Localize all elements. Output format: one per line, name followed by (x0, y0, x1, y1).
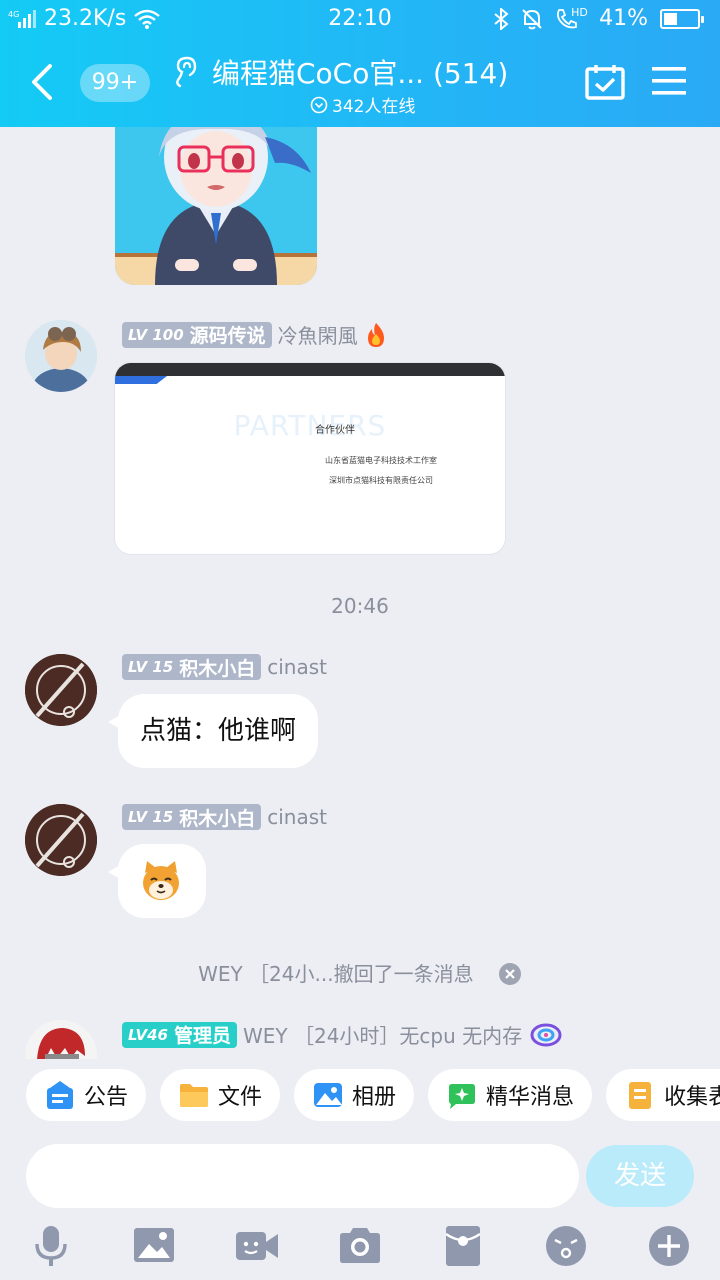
online-count-label: 342人在线 (332, 97, 416, 117)
image-message[interactable] (115, 127, 317, 285)
close-circle-icon[interactable] (498, 962, 522, 986)
avatar[interactable] (25, 1020, 97, 1059)
anime-boy-avatar (25, 320, 97, 392)
emoji-icon[interactable] (544, 1224, 588, 1268)
chip-label: 文件 (218, 1085, 263, 1110)
microphone-icon[interactable] (29, 1224, 73, 1268)
sender-name[interactable]: WEY ［24小时］无cpu 无内存 (243, 1020, 522, 1049)
shiba-dog-emoji (143, 861, 179, 900)
avatar[interactable] (25, 804, 97, 876)
bluetooth-icon (494, 7, 509, 30)
battery-icon (660, 8, 704, 29)
chip-label: 相册 (352, 1085, 397, 1110)
chip-label: 公告 (84, 1085, 129, 1110)
album-button[interactable]: 相册 (294, 1069, 415, 1121)
sender-name-row: LV 15 积木小白 cinast (122, 804, 327, 830)
unread-count-badge[interactable]: 99+ (80, 64, 150, 102)
chat-header: 4G 23.2K/s 22:10 HD 41% 99+ 编程猫CoCo官... … (0, 0, 720, 127)
input-toolbar (0, 1218, 720, 1274)
chevron-down-circle-icon (310, 96, 328, 113)
member-badge: LV 15 积木小白 (122, 654, 262, 680)
sender-name-row: LV 15 积木小白 cinast (122, 654, 327, 680)
red-hair-avatar (25, 1020, 97, 1059)
time-divider: 20:46 (331, 594, 389, 618)
calendar-check-icon[interactable] (585, 64, 625, 100)
member-badge: LV 15 积木小白 (122, 804, 262, 830)
avatar[interactable] (25, 654, 97, 726)
swirl-icon (530, 1023, 562, 1046)
sender-name[interactable]: cinast (267, 805, 327, 829)
browser-bar (115, 363, 505, 376)
mute-bell-icon (522, 8, 542, 29)
partner-line-1: 山东省蓝猫电子科技技术工作室 (325, 456, 437, 465)
menu-icon[interactable] (652, 66, 686, 96)
chip-label: 收集表 (664, 1085, 720, 1110)
battery-percent: 41% (599, 6, 648, 31)
hd-call-icon: HD (555, 6, 588, 30)
partners-subtitle: 合作伙伴 (315, 425, 355, 436)
ear-icon (176, 56, 197, 88)
message-text: 点猫：他谁啊 (140, 716, 297, 746)
back-button[interactable] (24, 62, 60, 102)
essence-icon (449, 1084, 476, 1109)
recall-text: WEY ［24小...撤回了一条消息 (198, 962, 474, 986)
group-title[interactable]: 编程猫CoCo官... (514) (212, 52, 508, 92)
image-icon[interactable] (132, 1224, 176, 1268)
avatar[interactable] (25, 320, 97, 392)
drawing-avatar (25, 654, 97, 726)
admin-badge: LV46 管理员 (122, 1021, 237, 1048)
send-button[interactable]: 发送 (586, 1145, 694, 1207)
collection-form-button[interactable]: 收集表 (606, 1069, 720, 1121)
cartoon-girl-sticker (115, 127, 317, 285)
quick-actions-bar[interactable]: 公告 文件 相册 精华消息 收集表 (0, 1059, 720, 1133)
plus-icon[interactable] (647, 1224, 691, 1268)
screenshot-message[interactable]: PARTNERS 合作伙伴 山东省蓝猫电子科技技术工作室 深圳市点猫科技有限责任… (115, 363, 505, 554)
fire-icon (367, 322, 384, 347)
chip-label: 精华消息 (486, 1085, 575, 1110)
folder-icon (180, 1084, 209, 1107)
member-badge: LV 100 源码传说 (122, 321, 272, 348)
status-bar: 4G 23.2K/s 22:10 HD 41% (0, 0, 720, 38)
announcement-icon (47, 1081, 73, 1109)
online-count[interactable]: 342人在线 (310, 92, 415, 117)
browser-tab (115, 376, 167, 384)
partner-line-2: 深圳市点猫科技有限责任公司 (329, 476, 433, 485)
announcement-button[interactable]: 公告 (26, 1069, 147, 1121)
red-packet-icon[interactable] (441, 1224, 485, 1268)
sticker-message-bubble[interactable] (108, 844, 206, 918)
form-icon (629, 1082, 652, 1109)
camera-icon[interactable] (338, 1224, 382, 1268)
sender-name-row: LV46 管理员 WEY ［24小时］无cpu 无内存 (122, 1020, 562, 1049)
drawing-avatar (25, 804, 97, 876)
message-input[interactable] (26, 1144, 579, 1208)
essence-messages-button[interactable]: 精华消息 (428, 1069, 593, 1121)
text-message-bubble[interactable]: 点猫：他谁啊 (107, 694, 319, 768)
video-call-icon[interactable] (235, 1224, 279, 1268)
sender-name[interactable]: 冷魚閑風 (278, 320, 358, 349)
sender-name[interactable]: cinast (267, 655, 327, 679)
recall-notice: WEY ［24小...撤回了一条消息 (0, 958, 720, 987)
message-list[interactable]: LV 100 源码传说 冷魚閑風 PARTNERS 合作伙伴 山东省蓝猫电子科技技… (0, 127, 720, 1059)
album-icon (314, 1083, 343, 1107)
sender-name-row: LV 100 源码传说 冷魚閑風 (122, 320, 388, 349)
files-button[interactable]: 文件 (160, 1069, 281, 1121)
partners-heading: PARTNERS (233, 409, 387, 442)
